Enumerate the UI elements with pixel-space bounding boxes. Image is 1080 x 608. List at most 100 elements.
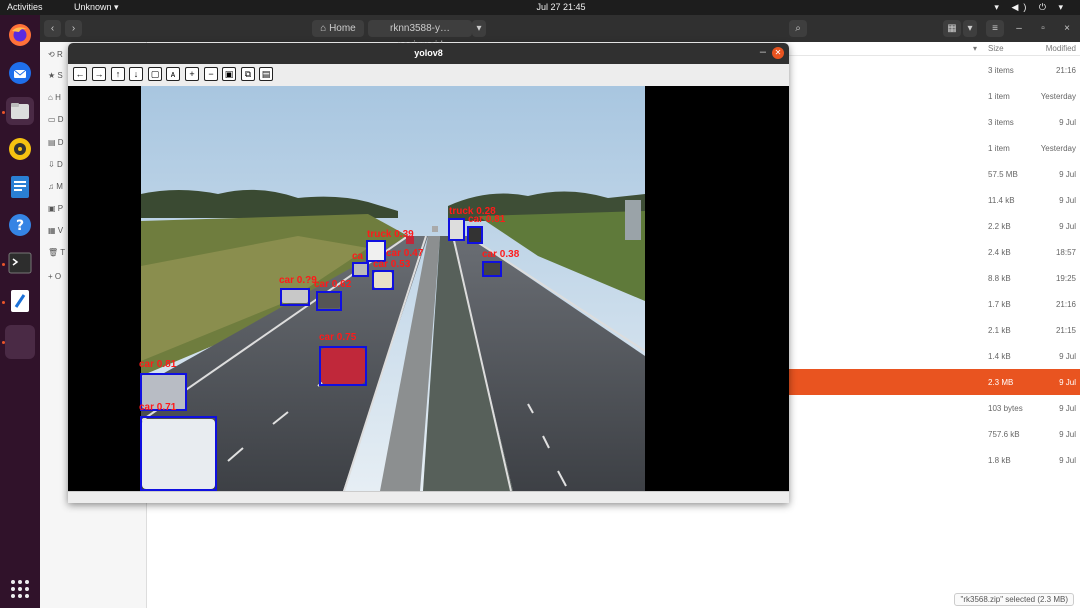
sidebar-item-label: O <box>54 272 62 281</box>
download-icon: ⇩ <box>48 160 55 169</box>
videos-icon: ▦ <box>48 226 56 235</box>
zoom-x30-button[interactable]: ᴀ <box>166 67 180 81</box>
file-size: 103 bytes <box>988 404 1023 413</box>
save-image-button[interactable]: ▣ <box>222 67 236 81</box>
view-options-dropdown[interactable]: ▾ <box>963 20 977 37</box>
yolov8-window: yolov8 – ✕ ← → ↑ ↓ ▢ ᴀ + − ▣ ⧉ ▤ car 0.8… <box>68 43 789 503</box>
forward-button[interactable]: › <box>65 20 82 37</box>
file-size: 2.3 MB <box>988 378 1014 387</box>
sidebar-item-label: V <box>57 226 64 235</box>
pictures-icon: ▣ <box>48 204 56 213</box>
detection-box <box>372 270 394 290</box>
text-editor-icon[interactable] <box>6 287 34 315</box>
running-indicator <box>2 263 5 266</box>
pan-down-button[interactable]: ↓ <box>129 67 143 81</box>
sidebar-item-label: D <box>56 160 63 169</box>
recent-icon: ⟲ <box>48 50 55 59</box>
file-modified: Yesterday <box>1040 144 1076 153</box>
pan-right-button[interactable]: → <box>92 67 106 81</box>
svg-text:?: ? <box>16 218 24 234</box>
pan-left-button[interactable]: ← <box>73 67 87 81</box>
trash-icon: 🗑 <box>48 248 59 257</box>
file-modified: 9 Jul <box>1059 430 1076 439</box>
zoom-out-button[interactable]: − <box>204 67 218 81</box>
file-size: 3 items <box>988 118 1014 127</box>
file-modified: 19:25 <box>1055 274 1076 283</box>
sidebar-item-pictures[interactable]: ▣ P <box>48 204 63 213</box>
detection-label: ca <box>352 251 364 262</box>
search-icon[interactable]: ⌕ <box>789 20 807 37</box>
zoom-in-button[interactable]: + <box>185 67 199 81</box>
menu-icon[interactable]: ≡ <box>986 20 1004 37</box>
sidebar-item-desktop[interactable]: ▭ D <box>48 115 64 124</box>
file-modified: 21:16 <box>1055 66 1076 75</box>
sidebar-item-home[interactable]: ⌂ H <box>48 93 61 102</box>
file-size: 1.4 kB <box>988 352 1011 361</box>
yolov8-titlebar[interactable]: yolov8 – ✕ <box>68 43 789 64</box>
sidebar-item-recent[interactable]: ⟲ R <box>48 50 63 59</box>
back-button[interactable]: ‹ <box>44 20 61 37</box>
sidebar-item-starred[interactable]: ★ S <box>48 71 63 80</box>
minimize-button[interactable]: – <box>760 46 766 58</box>
music-icon: ♫ <box>48 182 54 191</box>
modified-column-header[interactable]: Modified <box>1046 44 1076 53</box>
sidebar-item-other-locations[interactable]: + O <box>48 272 61 281</box>
firefox-icon[interactable] <box>6 21 34 49</box>
close-button[interactable]: × <box>1058 20 1076 37</box>
sidebar-item-label: H <box>55 93 61 102</box>
sidebar-item-label: S <box>57 71 63 80</box>
detection-label: truck 0.39 <box>367 229 414 240</box>
sidebar-item-music[interactable]: ♫ M <box>48 182 63 191</box>
sidebar-item-label: D <box>57 138 64 147</box>
writer-icon[interactable] <box>6 173 34 201</box>
maximize-button[interactable]: ▫ <box>1034 20 1052 37</box>
window-title: yolov8 <box>414 48 443 58</box>
sidebar-item-trash[interactable]: 🗑 T <box>48 248 65 257</box>
clock[interactable]: Jul 27 21:45 <box>0 2 1080 12</box>
show-apps-icon[interactable] <box>11 580 29 598</box>
home-icon: ⌂ <box>48 93 53 102</box>
minimize-button[interactable]: – <box>1010 20 1028 37</box>
detection-label: car 0.47 <box>386 248 424 259</box>
zoom-rect-button[interactable]: ▢ <box>148 67 162 81</box>
sort-chevron-icon[interactable]: ▾ <box>973 44 977 53</box>
help-icon[interactable]: ? <box>6 211 34 239</box>
properties-button[interactable]: ▤ <box>259 67 273 81</box>
size-column-header[interactable]: Size <box>988 44 1004 53</box>
sidebar-item-label: T <box>60 248 66 257</box>
detection-label: car 0.81 <box>139 359 177 370</box>
detection-label: car 0.53 <box>373 259 411 270</box>
close-button[interactable]: ✕ <box>772 47 784 59</box>
copy-button[interactable]: ⧉ <box>241 67 255 81</box>
breadcrumb-dropdown[interactable]: ▾ <box>472 20 486 37</box>
file-modified: 9 Jul <box>1059 352 1076 361</box>
file-modified: 9 Jul <box>1059 222 1076 231</box>
sidebar-item-videos[interactable]: ▦ V <box>48 226 63 235</box>
detection-box <box>280 288 310 306</box>
sidebar-item-label: D <box>57 115 64 124</box>
file-modified: 9 Jul <box>1059 404 1076 413</box>
yolov8-app-icon[interactable] <box>5 325 35 359</box>
file-size: 57.5 MB <box>988 170 1018 179</box>
thunderbird-icon[interactable] <box>6 59 34 87</box>
dock: ? <box>0 15 40 608</box>
files-headerbar: ‹ › ⌂ Home rknn3588-y…nosigmoid ▾ ⌕ ▦ ▾ … <box>40 15 1080 51</box>
rhythmbox-icon[interactable] <box>6 135 34 163</box>
image-canvas[interactable]: car 0.81 car 0.71 car 0.75 car 0.?9 car … <box>68 86 789 491</box>
sidebar-item-documents[interactable]: ▤ D <box>48 138 64 147</box>
sidebar-item-downloads[interactable]: ⇩ D <box>48 160 63 169</box>
file-modified: 9 Jul <box>1059 118 1076 127</box>
file-modified: 18:57 <box>1055 248 1076 257</box>
breadcrumb-folder[interactable]: rknn3588-y…nosigmoid <box>368 20 472 51</box>
star-icon: ★ <box>48 71 56 80</box>
breadcrumb-home[interactable]: ⌂ Home <box>312 20 364 37</box>
pan-up-button[interactable]: ↑ <box>111 67 125 81</box>
running-indicator <box>2 111 5 114</box>
terminal-icon[interactable] <box>6 249 34 277</box>
detection-box <box>482 261 502 277</box>
files-icon[interactable] <box>6 97 34 125</box>
file-modified: 21:15 <box>1055 326 1076 335</box>
system-tray[interactable]: ▾ ◀) ⏻ ▾ <box>994 2 1068 13</box>
view-grid-icon[interactable]: ▦ <box>943 20 961 37</box>
detection-box <box>448 218 465 241</box>
